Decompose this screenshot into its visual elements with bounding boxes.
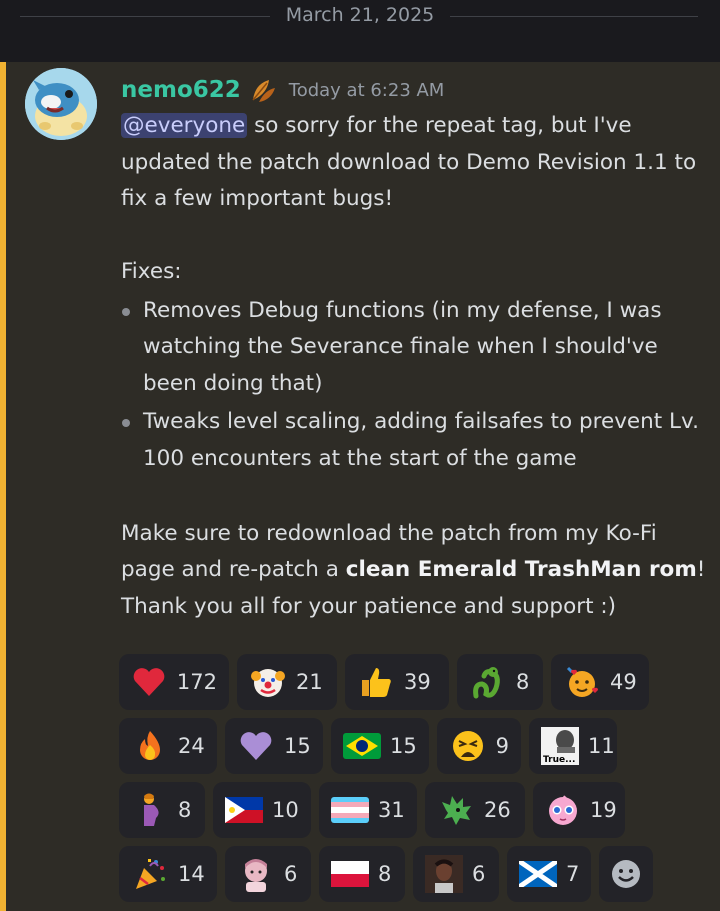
reaction-count: 6: [284, 862, 298, 886]
transgender-flag-icon: [331, 791, 369, 829]
intro-paragraph: @everyone so sorry for the repeat tag, b…: [121, 108, 706, 218]
reaction-count: 19: [590, 798, 617, 822]
date-divider: March 21, 2025: [0, 0, 720, 62]
timestamp[interactable]: Today at 6:23 AM: [289, 80, 445, 101]
reaction-count: 49: [610, 670, 637, 694]
reaction-count: 26: [484, 798, 511, 822]
message-header: nemo622 Today at 6:23 AM: [121, 72, 444, 108]
date-divider-label: March 21, 2025: [285, 4, 435, 26]
reaction-person-photo[interactable]: 6: [413, 846, 499, 902]
fallen-leaf-icon: [247, 74, 279, 106]
reaction-purple-heart[interactable]: 15: [225, 718, 323, 774]
true-meme-icon: True...: [541, 727, 579, 765]
reaction-clown-face[interactable]: 21: [237, 654, 337, 710]
everyone-mention[interactable]: @everyone: [121, 113, 248, 138]
person-photo-icon: [425, 855, 463, 893]
outro-paragraph: Make sure to redownload the patch from m…: [121, 516, 706, 626]
reactions: 172 21 39 8 49 24 15 15 9 True... 11 8 1…: [119, 654, 719, 910]
mention-highlight-bar: [0, 62, 6, 911]
reaction-pregnant-person[interactable]: 8: [119, 782, 205, 838]
face-with-hearts-icon: [563, 663, 601, 701]
message-content: @everyone so sorry for the repeat tag, b…: [121, 108, 706, 625]
fixes-heading: Fixes:: [121, 259, 182, 284]
green-pokemon-icon: [437, 791, 475, 829]
pregnant-person-icon: [131, 791, 169, 829]
outro-bold-text: clean Emerald TrashMan rom: [345, 557, 697, 582]
reaction-count: 172: [176, 670, 217, 694]
true-meme-label: True...: [543, 755, 575, 765]
snake-icon: [469, 663, 507, 701]
reaction-transgender-flag[interactable]: 31: [319, 782, 417, 838]
reaction-fire[interactable]: 24: [119, 718, 217, 774]
reaction-poland-flag[interactable]: 8: [319, 846, 405, 902]
list-item: Tweaks level scaling, adding failsafes t…: [121, 404, 706, 477]
reaction-thumbs-up[interactable]: 39: [345, 654, 449, 710]
reaction-snake[interactable]: 8: [457, 654, 543, 710]
fire-icon: [131, 727, 169, 765]
reaction-count: 39: [404, 670, 431, 694]
reaction-face-with-hearts[interactable]: 49: [551, 654, 649, 710]
smiley-add-reaction-icon: [607, 855, 645, 893]
add-reaction-button[interactable]: [599, 846, 653, 902]
pink-character-icon: [237, 855, 275, 893]
reaction-count: 9: [495, 734, 509, 758]
red-heart-icon: [131, 663, 168, 701]
scotland-flag-icon: [519, 855, 557, 893]
reaction-weary-face[interactable]: 9: [437, 718, 521, 774]
reaction-count: 10: [272, 798, 299, 822]
reaction-party-popper[interactable]: 14: [119, 846, 217, 902]
reaction-count: 6: [472, 862, 486, 886]
purple-heart-icon: [237, 727, 275, 765]
reaction-count: 31: [378, 798, 405, 822]
divider-line-right: [450, 16, 698, 17]
reaction-count: 15: [390, 734, 417, 758]
reaction-count: 8: [378, 862, 392, 886]
message[interactable]: nemo622 Today at 6:23 AM @everyone so so…: [0, 62, 720, 911]
reaction-count: 7: [566, 862, 580, 886]
avatar[interactable]: [25, 68, 97, 140]
username[interactable]: nemo622: [121, 77, 241, 103]
weary-face-icon: [449, 727, 487, 765]
poland-flag-icon: [331, 855, 369, 893]
reaction-brazil-flag[interactable]: 15: [331, 718, 429, 774]
reaction-count: 8: [178, 798, 192, 822]
reaction-count: 11: [588, 734, 615, 758]
reaction-true-meme[interactable]: True... 11: [529, 718, 617, 774]
reaction-jigglypuff[interactable]: 19: [533, 782, 625, 838]
party-popper-icon: [131, 855, 169, 893]
jigglypuff-icon: [545, 791, 581, 829]
brazil-flag-icon: [343, 727, 381, 765]
reaction-count: 21: [296, 670, 323, 694]
reaction-philippines-flag[interactable]: 10: [213, 782, 311, 838]
fixes-list: Removes Debug functions (in my defense, …: [121, 293, 706, 478]
reaction-pink-character[interactable]: 6: [225, 846, 311, 902]
reaction-scotland-flag[interactable]: 7: [507, 846, 591, 902]
thumbs-up-icon: [357, 663, 395, 701]
reaction-red-heart[interactable]: 172: [119, 654, 229, 710]
reaction-count: 24: [178, 734, 205, 758]
reaction-count: 14: [178, 862, 205, 886]
reaction-green-pokemon[interactable]: 26: [425, 782, 525, 838]
clown-face-icon: [249, 663, 287, 701]
list-item: Removes Debug functions (in my defense, …: [121, 293, 706, 403]
reaction-count: 8: [516, 670, 530, 694]
philippines-flag-icon: [225, 791, 263, 829]
reaction-count: 15: [284, 734, 311, 758]
